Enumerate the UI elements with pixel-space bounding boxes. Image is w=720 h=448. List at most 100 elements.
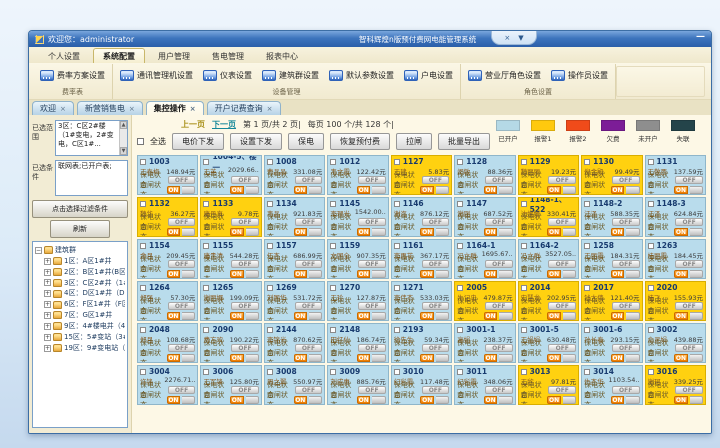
room-checkbox[interactable]	[521, 327, 527, 333]
switch-toggle-on[interactable]: ON	[674, 396, 687, 404]
switch-toggle-on[interactable]: ON	[230, 354, 243, 362]
room-checkbox[interactable]	[521, 159, 527, 165]
switch-toggle-on[interactable]: ON	[357, 228, 370, 236]
switch-toggle-on[interactable]: ON	[611, 270, 624, 278]
switch-toggle-on[interactable]: ON	[294, 354, 307, 362]
switch-toggle-track[interactable]	[182, 270, 195, 278]
room-card[interactable]: 1146谢海876.12元保电状态OFF合闸状态ON	[391, 197, 452, 237]
room-card[interactable]: 1148-2汪泽588.35元保电状态OFF合闸状态ON	[581, 197, 642, 237]
switch-toggle-on[interactable]: ON	[547, 354, 560, 362]
room-checkbox[interactable]	[648, 369, 654, 375]
switch-toggle-track[interactable]	[626, 186, 639, 194]
room-checkbox[interactable]	[457, 243, 463, 249]
tree-item[interactable]: +2区：B区1#井(B区1#	[35, 267, 125, 278]
switch-toggle-track[interactable]	[499, 228, 512, 236]
room-card[interactable]: 1130倪金殿99.49元保电状态OFF合闸状态ON	[581, 155, 642, 195]
room-card[interactable]: 1012韦文霞122.42元保电状态OFF合闸状态ON	[327, 155, 388, 195]
next-page-link[interactable]: 下一页	[212, 119, 236, 130]
switch-toggle-on[interactable]: ON	[484, 186, 497, 194]
switch-toggle-on[interactable]: ON	[547, 312, 560, 320]
room-card[interactable]: 2048郑月108.68元保电状态OFF合闸状态ON	[137, 323, 198, 363]
room-checkbox[interactable]	[267, 159, 273, 165]
room-checkbox[interactable]	[330, 369, 336, 375]
room-card[interactable]: 3011纪彩霞348.06元保电状态OFF合闸状态ON	[454, 365, 515, 405]
switch-toggle-track[interactable]	[182, 186, 195, 194]
expand-icon[interactable]: +	[44, 312, 51, 319]
prev-page-link[interactable]: 上一页	[181, 119, 205, 130]
room-card[interactable]: 2148田红仙186.74元保电状态OFF合闸状态ON	[327, 323, 388, 363]
switch-toggle-on[interactable]: ON	[547, 270, 560, 278]
room-card[interactable]: 1270王玲127.87元保电状态OFF合闸状态ON	[327, 281, 388, 321]
switch-toggle-track[interactable]	[436, 354, 449, 362]
protect-toggle-off[interactable]: OFF	[168, 302, 196, 310]
switch-toggle-track[interactable]	[626, 270, 639, 278]
room-checkbox[interactable]	[584, 201, 590, 207]
switch-toggle-track[interactable]	[246, 396, 259, 404]
tree-item[interactable]: +6区：F区1#井（F区1#	[35, 299, 125, 310]
protect-toggle-off[interactable]: OFF	[358, 176, 386, 184]
room-checkbox[interactable]	[457, 369, 463, 375]
toolbar-button-批量导出[interactable]: 批量导出	[438, 133, 490, 150]
protect-toggle-off[interactable]: OFF	[548, 260, 576, 268]
switch-toggle-on[interactable]: ON	[611, 186, 624, 194]
protect-toggle-off[interactable]: OFF	[485, 218, 513, 226]
ribbon-button-建筑群设置[interactable]: 建筑群设置	[260, 69, 321, 82]
switch-toggle-on[interactable]: ON	[230, 312, 243, 320]
room-checkbox[interactable]	[203, 327, 209, 333]
protect-toggle-off[interactable]: OFF	[231, 386, 259, 394]
expand-icon[interactable]: +	[44, 334, 51, 341]
switch-toggle-track[interactable]	[626, 228, 639, 236]
switch-toggle-on[interactable]: ON	[484, 396, 497, 404]
room-checkbox[interactable]	[267, 201, 273, 207]
protect-toggle-off[interactable]: OFF	[612, 260, 640, 268]
close-tab-icon[interactable]: ×	[190, 105, 196, 113]
switch-toggle-track[interactable]	[563, 354, 576, 362]
room-card[interactable]: 1129魏丽丽19.23元保电状态OFF合闸状态ON	[518, 155, 579, 195]
switch-toggle-track[interactable]	[436, 312, 449, 320]
tree-root[interactable]: −建筑群	[35, 245, 125, 256]
switch-toggle-on[interactable]: ON	[611, 312, 624, 320]
room-checkbox[interactable]	[330, 285, 336, 291]
switch-toggle-on[interactable]: ON	[674, 228, 687, 236]
switch-toggle-track[interactable]	[246, 186, 259, 194]
switch-toggle-track[interactable]	[563, 186, 576, 194]
switch-toggle-track[interactable]	[182, 354, 195, 362]
room-checkbox[interactable]	[584, 159, 590, 165]
switch-toggle-on[interactable]: ON	[420, 396, 433, 404]
room-card[interactable]: 1265谢丽娜199.09元保电状态OFF合闸状态ON	[200, 281, 261, 321]
switch-toggle-on[interactable]: ON	[420, 312, 433, 320]
room-card[interactable]: 1264郑强57.30元保电状态OFF合闸状态ON	[137, 281, 198, 321]
room-checkbox[interactable]	[330, 201, 336, 207]
range-box[interactable]: 3区：C区2#楼（1#变电，2#变电，C区1#... ▲▼	[55, 120, 128, 156]
protect-toggle-off[interactable]: OFF	[168, 386, 196, 394]
room-card[interactable]: 1263桂丽霞184.45元保电状态OFF合闸状态ON	[645, 239, 706, 279]
switch-toggle-on[interactable]: ON	[420, 354, 433, 362]
protect-toggle-off[interactable]: OFF	[422, 344, 450, 352]
room-checkbox[interactable]	[457, 159, 463, 165]
room-checkbox[interactable]	[457, 327, 463, 333]
room-card[interactable]: 3010纪彩霞117.48元保电状态OFF合闸状态ON	[391, 365, 452, 405]
room-checkbox[interactable]	[140, 201, 146, 207]
switch-toggle-track[interactable]	[372, 312, 385, 320]
protect-toggle-off[interactable]: OFF	[612, 386, 640, 394]
room-card[interactable]: 1271李伟杰533.03元保电状态OFF合闸状态ON	[391, 281, 452, 321]
room-checkbox[interactable]	[140, 243, 146, 249]
switch-toggle-on[interactable]: ON	[230, 270, 243, 278]
protect-toggle-off[interactable]: OFF	[485, 386, 513, 394]
switch-toggle-on[interactable]: ON	[294, 312, 307, 320]
switch-toggle-track[interactable]	[690, 270, 703, 278]
expand-icon[interactable]: +	[44, 345, 51, 352]
switch-toggle-track[interactable]	[246, 354, 259, 362]
refresh-button[interactable]: 刷新	[50, 220, 110, 238]
room-checkbox[interactable]	[521, 201, 527, 207]
protect-toggle-off[interactable]: OFF	[675, 176, 703, 184]
room-checkbox[interactable]	[203, 243, 209, 249]
close-tab-icon[interactable]: ×	[129, 105, 135, 113]
tab-欢迎[interactable]: 欢迎×	[32, 101, 74, 115]
protect-toggle-off[interactable]: OFF	[358, 344, 386, 352]
protect-toggle-off[interactable]: OFF	[168, 344, 196, 352]
protect-toggle-off[interactable]: OFF	[675, 302, 703, 310]
protect-toggle-off[interactable]: OFF	[295, 302, 323, 310]
room-card[interactable]: 3001-6孙长春293.15元保电状态OFF合闸状态ON	[581, 323, 642, 363]
tree-item[interactable]: +1区：A区1#井	[35, 256, 125, 267]
